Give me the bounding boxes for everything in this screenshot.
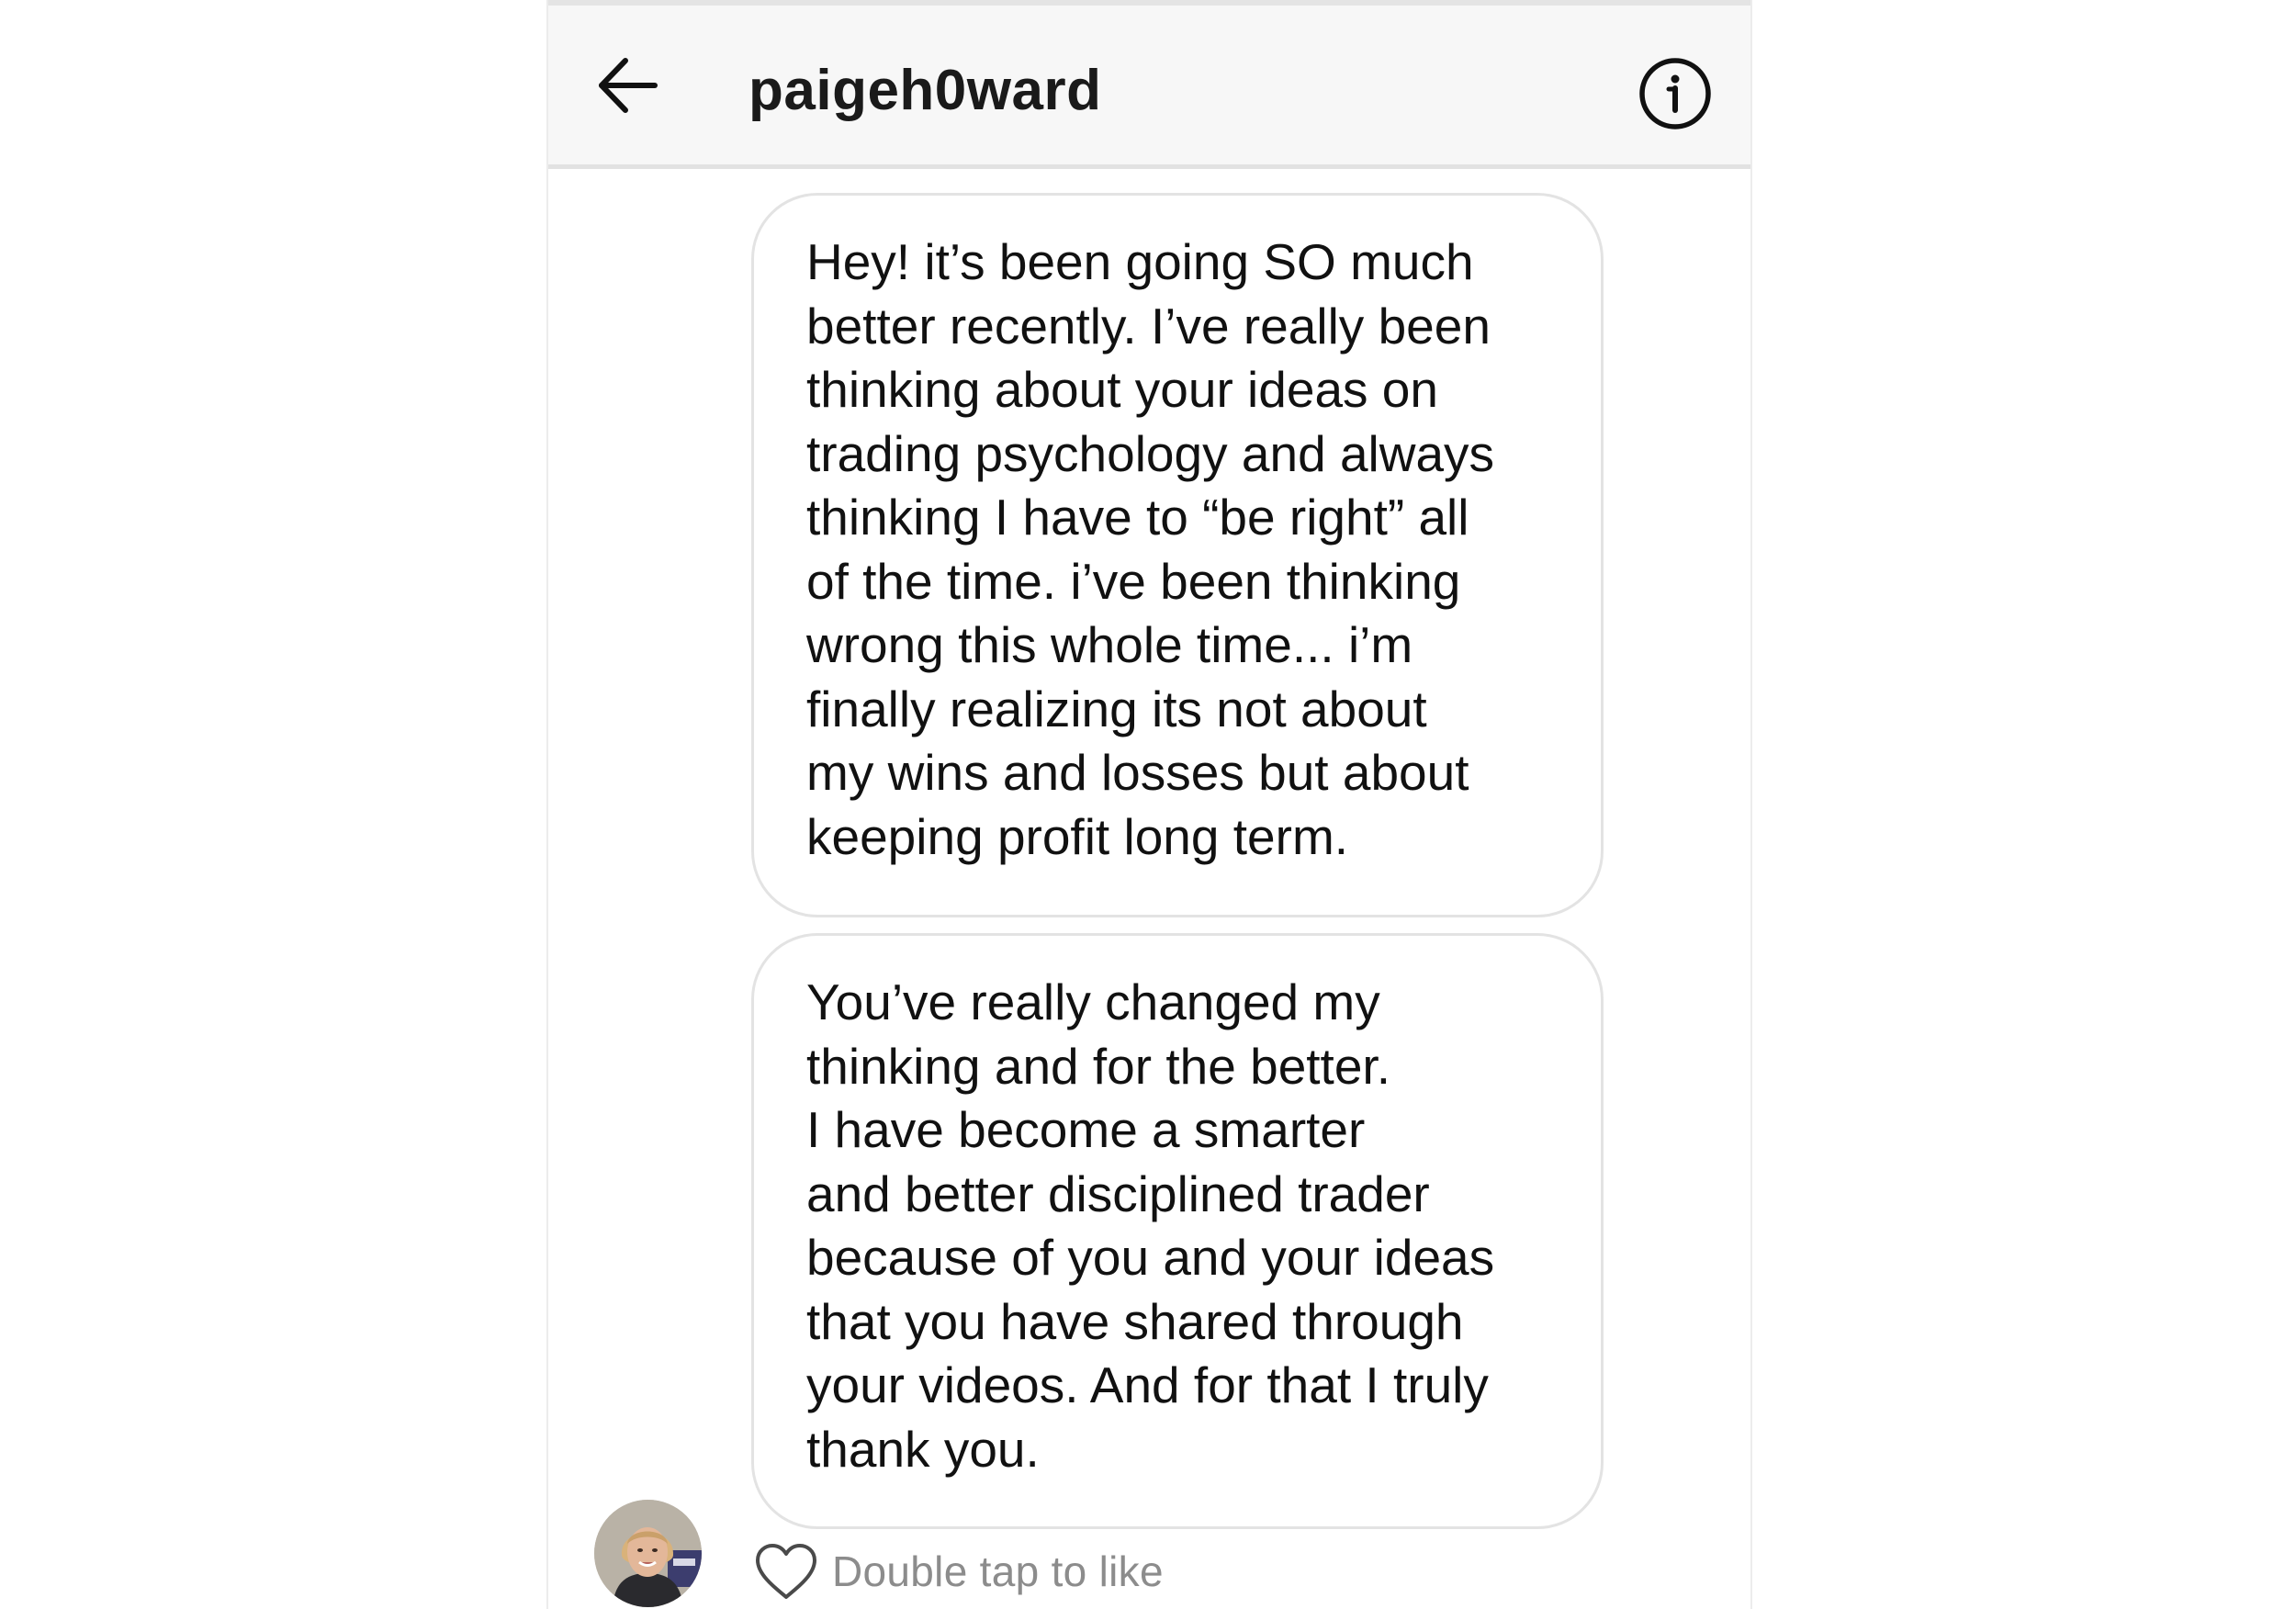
chat-header: paigeh0ward: [548, 0, 1750, 169]
message-bubble[interactable]: You’ve really changed my thinking and fo…: [751, 933, 1604, 1529]
back-button[interactable]: [596, 53, 660, 118]
info-circle-icon: [1639, 58, 1711, 129]
like-hint[interactable]: Double tap to like: [754, 1539, 1164, 1603]
info-button[interactable]: [1638, 57, 1712, 130]
chat-screen: paigeh0ward Hey! it’s been going SO much…: [546, 0, 1752, 1609]
like-hint-label: Double tap to like: [832, 1547, 1164, 1595]
message-bubble[interactable]: Hey! it’s been going SO much better rece…: [751, 193, 1604, 917]
avatar[interactable]: [594, 1500, 702, 1607]
profile-photo: [594, 1500, 702, 1607]
chat-title[interactable]: paigeh0ward: [748, 54, 1102, 128]
arrow-left-icon: [599, 58, 658, 113]
heart-outline-icon: [756, 1544, 816, 1599]
